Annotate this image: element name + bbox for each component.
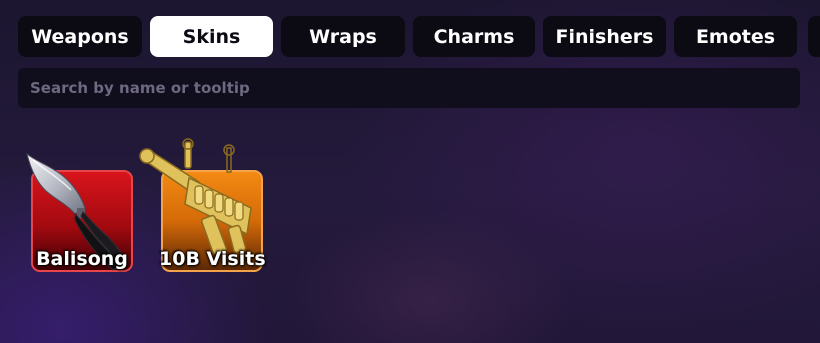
tab-weapons[interactable]: Weapons [18,16,142,57]
item-label-10b-visits: 10B Visits [159,248,266,270]
item-label-balisong: Balisong [36,248,128,270]
category-tabs: Weapons Skins Wraps Charms Finishers Emo… [18,16,797,57]
tab-emotes[interactable]: Emotes [674,16,797,57]
tab-overflow-edge[interactable] [808,16,820,57]
search-bar [18,68,800,108]
item-card-10b-visits[interactable]: 10B Visits [139,138,266,272]
tab-skins[interactable]: Skins [150,16,273,57]
tab-wraps[interactable]: Wraps [281,16,405,57]
search-input[interactable] [28,78,790,98]
tab-finishers[interactable]: Finishers [543,16,666,57]
item-card-balisong[interactable]: Balisong [26,152,133,272]
tab-charms[interactable]: Charms [413,16,535,57]
